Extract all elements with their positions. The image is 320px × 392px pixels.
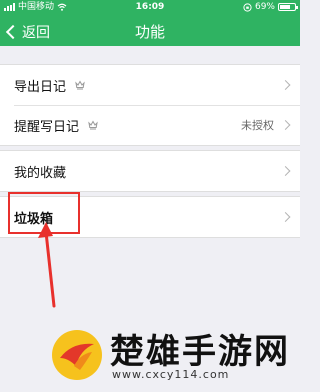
item-label: 我的收藏	[14, 165, 67, 181]
page-title: 功能	[134, 23, 165, 41]
settings-group-export: 导出日记 提醒写日记 未授权	[0, 64, 300, 146]
nav-bar: 返回 功能	[0, 18, 300, 46]
settings-group-favorites: 我的收藏	[0, 150, 300, 192]
list-item-diary-reminder[interactable]: 提醒写日记 未授权	[0, 105, 300, 145]
rotation-lock-icon	[243, 2, 252, 12]
chevron-right-icon	[280, 80, 291, 90]
crown-badge-icon	[88, 120, 98, 130]
item-label: 导出日记	[14, 79, 67, 95]
status-bar: 中国移动 16:09 69%	[0, 0, 300, 14]
annotation-arrow-icon	[38, 222, 56, 308]
chevron-right-icon	[280, 120, 291, 130]
chevron-right-icon	[280, 166, 291, 176]
brand-logo-icon	[52, 330, 102, 380]
battery-percent: 69%	[254, 2, 275, 12]
crown-badge-icon	[75, 80, 85, 90]
watermark-url: www.cxcy114.com	[112, 368, 230, 381]
item-status: 未授权	[241, 119, 274, 132]
watermark: 楚雄手游网 www.cxcy114.com	[40, 320, 300, 392]
app-header: 中国移动 16:09 69% 返回 功能	[0, 0, 300, 46]
watermark-brand: 楚雄手游网	[110, 332, 290, 372]
chevron-right-icon	[280, 212, 291, 222]
item-label: 提醒写日记	[14, 119, 80, 135]
list-item-favorites[interactable]: 我的收藏	[0, 151, 300, 191]
battery-icon	[278, 3, 298, 11]
list-item-export-diary[interactable]: 导出日记	[0, 65, 300, 105]
